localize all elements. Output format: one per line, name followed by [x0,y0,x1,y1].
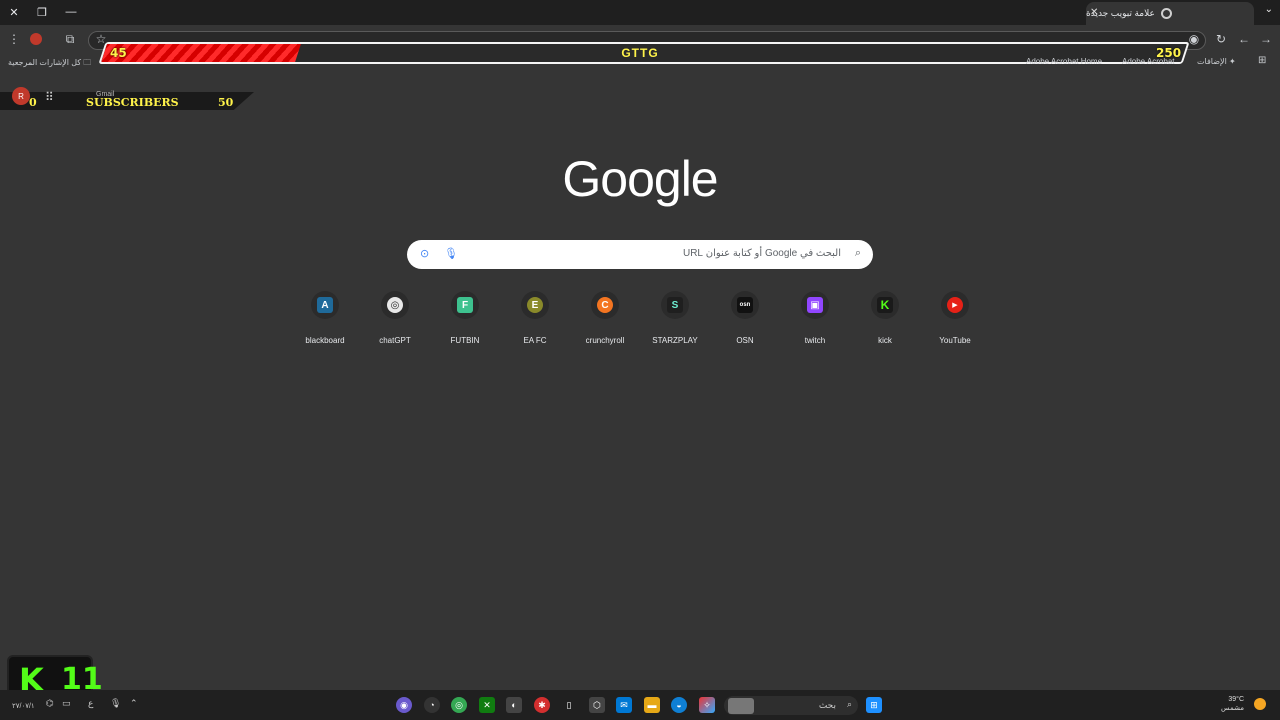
minimize-window-button[interactable]: — [61,3,81,21]
google-apps-icon[interactable]: ⠿ [45,90,54,104]
google-logo: Google [562,151,718,207]
shortcut-label: blackboard [305,336,345,345]
shortcut-twitch[interactable]: ▣ twitch [780,291,850,345]
language-indicator[interactable]: ع [88,698,93,709]
bookmark-adobe-home[interactable]: Adobe Acrobat Home [1026,57,1102,66]
epic-icon[interactable]: ⬡ [589,697,605,713]
windows-start-icon[interactable]: ⊞ [866,697,882,713]
profile-icon[interactable] [28,31,44,47]
phone-icon[interactable]: ▯ [561,697,577,713]
close-window-button[interactable]: ✕ [4,3,24,21]
chrome-taskbar-icon[interactable]: ◎ [451,697,467,713]
kick-icon: K [877,297,893,313]
chatgpt-icon: ◎ [387,297,403,313]
display-icon[interactable]: ▭ [62,698,71,709]
youtube-icon: ▶ [947,297,963,313]
blackboard-icon: A [317,297,333,313]
osn-icon: osn [737,297,753,313]
forward-icon[interactable]: ← [1236,31,1252,47]
search-icon: ⌕ [854,247,861,259]
outlook-icon[interactable]: ✉ [616,697,632,713]
edge-icon[interactable]: ◒ [671,697,687,713]
microphone-icon[interactable]: 🎙 [444,247,458,260]
shortcut-starzplay[interactable]: S STARZPLAY [640,291,710,345]
avatar[interactable]: R [12,87,30,105]
shortcut-label: twitch [804,336,826,345]
extensions-icon[interactable]: ⧉ [62,31,78,47]
chevron-up-icon[interactable]: ⌃ [130,698,138,709]
crunchyroll-icon: C [597,297,613,313]
steam-icon[interactable]: ◐ [506,697,522,713]
bookmarks-bar: كل الإشارات المرجعية 🗀 Adobe Acrobat Hom… [0,54,1280,71]
ea-fc-icon: E [527,297,543,313]
shortcut-label: OSN [736,336,754,345]
shortcut-label: chatGPT [379,336,411,345]
xbox-icon[interactable]: ✕ [479,697,495,713]
tab-search-button[interactable]: ⌄ [1265,4,1273,15]
starzplay-icon: S [667,297,683,313]
shortcut-osn[interactable]: osn OSN [710,291,780,345]
shortcut-label: kick [878,336,892,345]
restore-window-button[interactable]: ❐ [32,3,52,21]
tab-close-button[interactable]: ✕ [1090,7,1098,18]
search-placeholder: البحث في Google أو كتابة عنوان URL [682,248,841,259]
folder-icon: 🗀 [83,58,92,67]
taskbar: ۲۷/۰۷/۱ ⌬ ▭ ع 🎙 ⌃ ◉ ◔ ◎ ✕ ◐ ✱ ▯ ⬡ ✉ ▬ ◒ … [0,690,1280,720]
shortcut-crunchyroll[interactable]: C crunchyroll [570,291,640,345]
weather-widget[interactable]: 39°C مشمس [1221,695,1244,713]
shortcut-kick[interactable]: K kick [850,291,920,345]
shortcut-label: EA FC [523,336,547,345]
app-icon[interactable]: ◔ [424,697,440,713]
clock[interactable]: ۲۷/۰۷/۱ [12,702,35,710]
shortcut-label: FUTBIN [450,336,480,345]
microphone-tray-icon[interactable]: 🎙 [110,698,121,709]
lens-icon[interactable]: ⊙ [420,247,429,260]
shortcut-futbin[interactable]: F FUTBIN [430,291,500,345]
shortcut-chatgpt[interactable]: ◎ chatGPT [360,291,430,345]
shortcut-ea-fc[interactable]: E EA FC [500,291,570,345]
twitch-icon: ▣ [807,297,823,313]
file-explorer-icon[interactable]: ▬ [644,697,660,713]
shortcut-blackboard[interactable]: A blackboard [290,291,360,345]
shortcut-label: STARZPLAY [652,336,698,345]
all-bookmarks-link[interactable]: كل الإشارات المرجعية 🗀 [8,57,91,71]
reload-icon[interactable]: ↻ [1213,31,1229,47]
shortcut-label: YouTube [939,336,971,345]
copilot-icon[interactable]: ✧ [699,697,715,713]
chrome-icon [1160,8,1172,19]
apps-grid-icon[interactable]: ⊞ [1258,55,1266,66]
search-input[interactable]: ⊙ 🎙 البحث في Google أو كتابة عنوان URL ⌕ [407,240,873,269]
subscribers-current: 0 [29,96,37,109]
taskbar-search-label: بحث [818,700,836,710]
shortcut-youtube[interactable]: ▶ YouTube [920,291,990,345]
network-icon[interactable]: ⌬ [46,698,54,709]
subscribers-goal: 50 [218,96,234,109]
app-red-icon[interactable]: ✱ [534,697,550,713]
futbin-icon: F [457,297,473,313]
discord-icon[interactable]: ◉ [396,697,412,713]
title-bar: ✕ ❐ — + علامة تبويب جديدة ✕ ⌄ [0,0,1280,25]
search-highlight-icon [728,698,754,714]
tab-new-tab[interactable]: علامة تبويب جديدة ✕ [1086,2,1254,25]
weather-condition: مشمس [1221,705,1244,712]
search-icon: ⌕ [846,699,852,709]
subscribers-label: SUBSCRIBERS [86,96,179,109]
shortcuts-grid: A blackboard ◎ chatGPT F FUTBIN E EA FC … [290,291,990,351]
puzzle-icon: ✦ [1229,57,1236,66]
taskbar-search-input[interactable]: بحث ⌕ [724,696,858,715]
sun-icon [1254,698,1266,710]
back-icon[interactable]: → [1258,31,1274,47]
bookmark-extensions[interactable]: الإضافات ✦ [1197,57,1236,66]
temperature: 39°C [1228,696,1244,703]
menu-icon[interactable]: ⋮ [6,31,22,47]
bookmark-adobe[interactable]: Adobe Acrobat [1122,57,1174,66]
shortcut-label: crunchyroll [585,336,625,345]
